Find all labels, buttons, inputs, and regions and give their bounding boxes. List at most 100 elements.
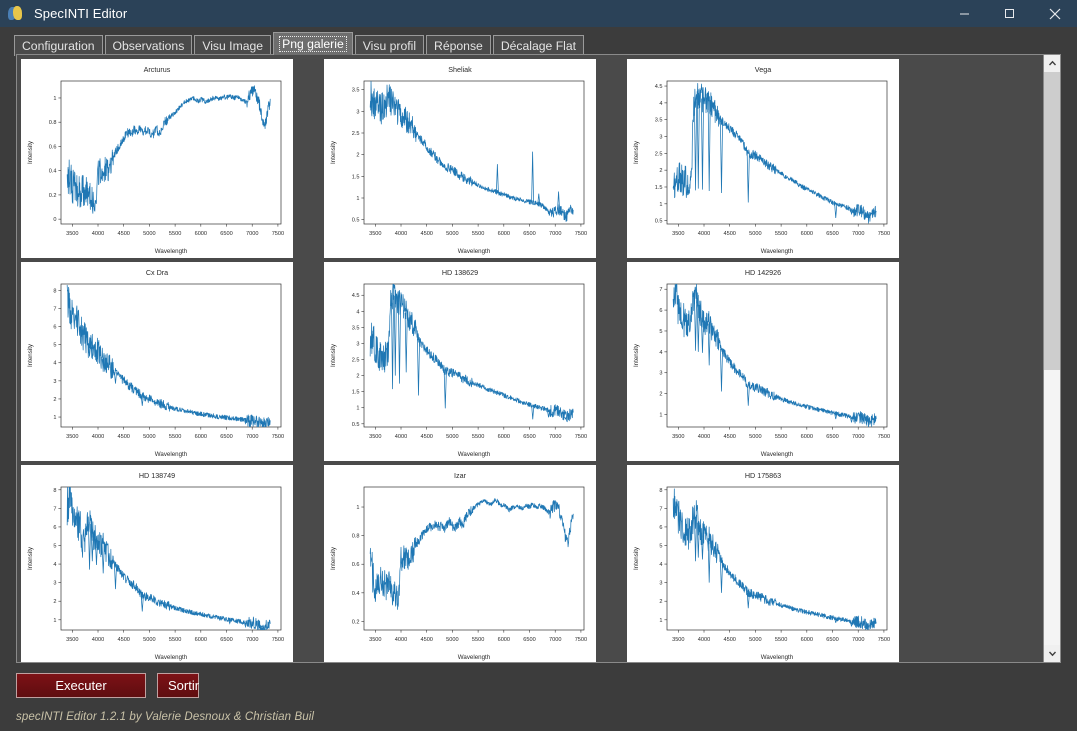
execute-button[interactable]: Executer [16,673,146,698]
svg-text:6000: 6000 [195,637,207,643]
svg-text:2: 2 [53,599,56,605]
tab-d-calage-flat[interactable]: Décalage Flat [492,35,585,56]
svg-text:4500: 4500 [420,231,432,237]
svg-text:3500: 3500 [369,637,381,643]
svg-text:5: 5 [53,544,56,550]
svg-text:Wavelength: Wavelength [761,654,794,661]
svg-text:3500: 3500 [369,434,381,440]
svg-text:4000: 4000 [395,231,407,237]
svg-text:3: 3 [356,341,359,347]
svg-text:6000: 6000 [195,231,207,237]
svg-text:6: 6 [53,525,56,531]
svg-text:3: 3 [53,379,56,385]
svg-text:5500: 5500 [169,231,181,237]
svg-text:5000: 5000 [143,434,155,440]
chevron-down-icon[interactable] [1044,645,1060,662]
minimize-icon[interactable] [942,0,987,27]
svg-text:2: 2 [356,374,359,380]
svg-text:HD 138749: HD 138749 [139,471,175,480]
spectrum-plot-sheliak[interactable]: Sheliak 3500 4000 4500 5000 5500 6000 6500 7000 7… [324,59,596,258]
svg-text:4500: 4500 [117,434,129,440]
svg-text:7500: 7500 [272,637,284,643]
svg-text:5500: 5500 [472,637,484,643]
svg-text:7500: 7500 [575,637,587,643]
svg-text:7000: 7000 [852,637,864,643]
svg-text:7000: 7000 [852,434,864,440]
tab-visu-image[interactable]: Visu Image [194,35,272,56]
spectrum-plot-hd-175863[interactable]: HD 175863 3500 4000 4500 5000 5500 6000 6500 700… [627,465,899,662]
svg-text:6: 6 [53,325,56,331]
svg-text:7500: 7500 [575,231,587,237]
svg-text:Intensity: Intensity [27,546,34,570]
svg-text:4: 4 [659,350,662,356]
spectrum-plot-vega[interactable]: Vega 3500 4000 4500 5000 5500 6000 6500 7000 7500… [627,59,899,258]
svg-text:6500: 6500 [826,434,838,440]
svg-text:7000: 7000 [549,637,561,643]
svg-text:Vega: Vega [755,65,771,74]
svg-text:0.6: 0.6 [352,562,360,568]
svg-text:6000: 6000 [498,434,510,440]
spectrum-plot-cx-dra[interactable]: Cx Dra 3500 4000 4500 5000 5500 6000 6500 7000 75… [21,262,293,461]
svg-text:4500: 4500 [723,231,735,237]
tab-label: Png galerie [279,36,347,52]
svg-text:5000: 5000 [749,231,761,237]
svg-text:7500: 7500 [878,231,890,237]
svg-text:7500: 7500 [878,434,890,440]
tab-observations[interactable]: Observations [104,35,193,56]
svg-text:5500: 5500 [472,231,484,237]
svg-text:6: 6 [659,525,662,531]
svg-text:5: 5 [659,329,662,335]
tab-visu-profil[interactable]: Visu profil [354,35,425,56]
svg-text:7: 7 [659,506,662,512]
spectrum-plot-hd-142926[interactable]: HD 142926 3500 4000 4500 5000 5500 6000 6500 700… [627,262,899,461]
gallery-grid: Arcturus 3500 4000 4500 5000 5500 6000 6500 7000… [17,55,1043,662]
svg-text:0: 0 [53,217,56,223]
svg-text:4500: 4500 [420,434,432,440]
spectrum-plot-hd-138629[interactable]: HD 138629 3500 4000 4500 5000 5500 6000 6500 700… [324,262,596,461]
svg-text:Intensity: Intensity [27,140,34,164]
svg-text:Wavelength: Wavelength [761,451,794,458]
svg-text:5500: 5500 [169,637,181,643]
svg-text:Wavelength: Wavelength [155,654,188,661]
svg-text:7500: 7500 [878,637,890,643]
svg-text:Intensity: Intensity [633,343,640,367]
svg-text:7500: 7500 [272,231,284,237]
svg-text:3500: 3500 [66,434,78,440]
svg-text:1: 1 [659,618,662,624]
svg-text:1.5: 1.5 [352,174,360,180]
tab-r-ponse[interactable]: Réponse [426,35,491,56]
svg-text:6500: 6500 [220,637,232,643]
svg-text:4500: 4500 [723,434,735,440]
svg-text:0.2: 0.2 [49,193,57,199]
chevron-up-icon[interactable] [1044,55,1060,72]
svg-text:1: 1 [659,202,662,208]
svg-text:6500: 6500 [220,231,232,237]
svg-text:5: 5 [53,343,56,349]
vertical-scrollbar[interactable] [1043,55,1060,662]
svg-text:Wavelength: Wavelength [155,248,188,255]
tab-configuration[interactable]: Configuration [14,35,103,56]
svg-text:3500: 3500 [369,231,381,237]
tab-label: Visu Image [202,39,264,53]
svg-text:1: 1 [356,196,359,202]
svg-text:Wavelength: Wavelength [761,248,794,255]
spectrum-plot-arcturus[interactable]: Arcturus 3500 4000 4500 5000 5500 6000 6500 7000… [21,59,293,258]
svg-text:4000: 4000 [698,231,710,237]
tab-png-galerie[interactable]: Png galerie [273,32,353,55]
maximize-icon[interactable] [987,0,1032,27]
svg-text:5500: 5500 [775,231,787,237]
spectrum-plot-hd-138749[interactable]: HD 138749 3500 4000 4500 5000 5500 6000 6500 700… [21,465,293,662]
spectrum-plot-izar[interactable]: Izar 3500 4000 4500 5000 5500 6000 6500 7000 7500… [324,465,596,662]
close-icon[interactable] [1032,0,1077,27]
svg-text:3: 3 [53,581,56,587]
svg-text:HD 138629: HD 138629 [442,268,478,277]
svg-text:Arcturus: Arcturus [144,65,171,74]
scrollbar-thumb[interactable] [1044,72,1060,370]
bottom-bar: Executer Sortir specINTI Editor 1.2.1 by… [0,663,1077,731]
scrollbar-track[interactable] [1044,72,1060,645]
svg-text:3500: 3500 [672,231,684,237]
svg-text:0.6: 0.6 [49,144,57,150]
quit-button[interactable]: Sortir [157,673,199,698]
svg-text:5: 5 [659,544,662,550]
svg-text:8: 8 [53,488,56,494]
